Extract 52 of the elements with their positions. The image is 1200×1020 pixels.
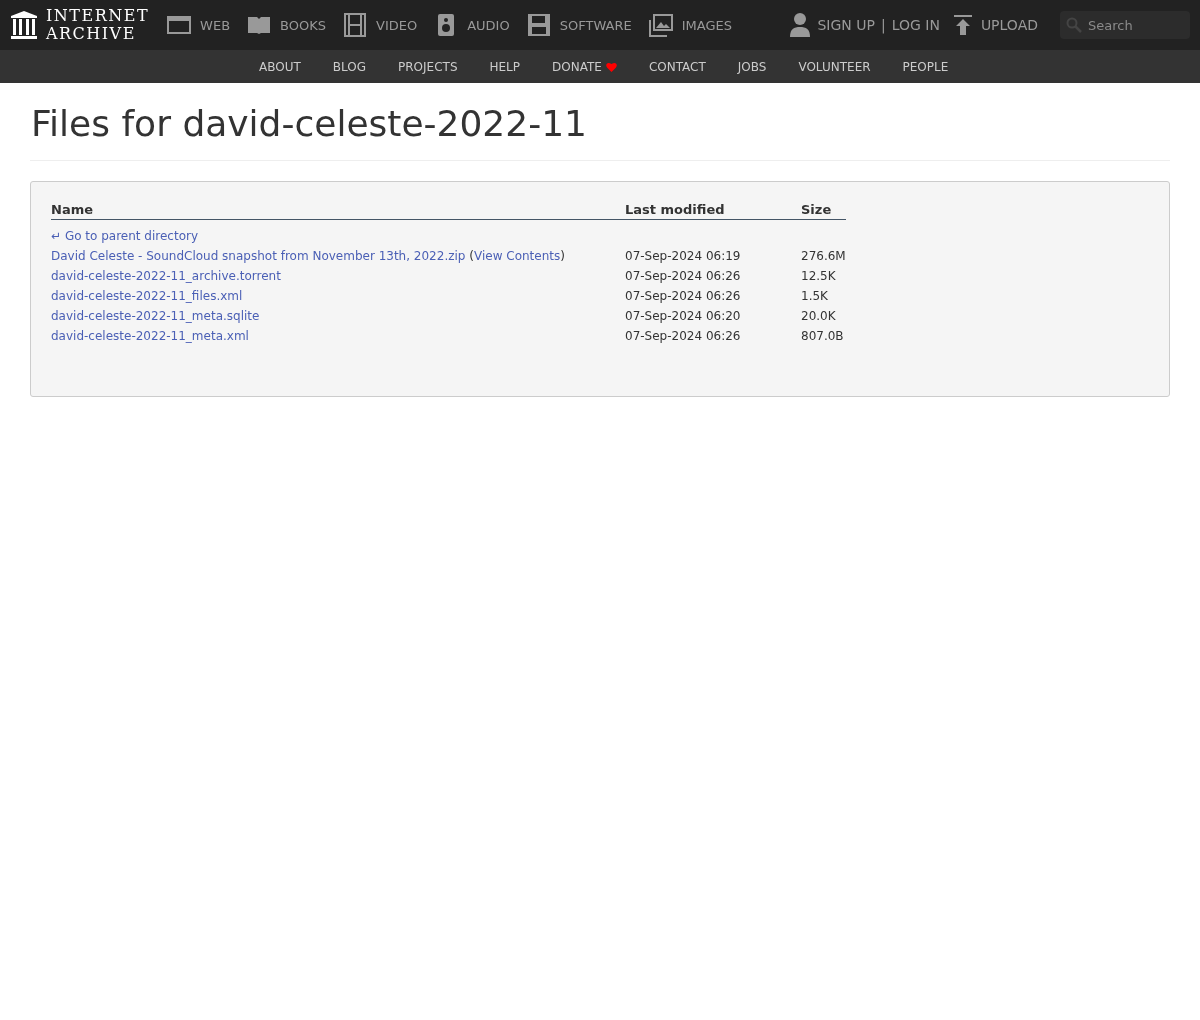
size-cell-text: 1.5K bbox=[801, 288, 829, 305]
upload-link[interactable]: UPLOAD bbox=[953, 15, 1038, 35]
sub-nav-link[interactable]: DONATE bbox=[536, 59, 633, 74]
sign-up-link[interactable]: SIGN UP bbox=[817, 17, 875, 33]
file-link[interactable]: david-celeste-2022-11_meta.xml bbox=[51, 329, 249, 343]
separator-text: | bbox=[880, 17, 886, 33]
search-icon bbox=[1066, 17, 1082, 33]
sub-nav-link[interactable]: JOBS bbox=[721, 59, 783, 74]
sub-nav-link[interactable]: VOLUNTEER bbox=[782, 59, 887, 74]
media-nav-link[interactable]: SOFTWARE bbox=[526, 13, 632, 37]
modified-cell: 07-Sep-2024 06:26 bbox=[625, 326, 801, 346]
column-header: Name bbox=[51, 200, 625, 220]
sub-nav-link[interactable]: PROJECTS bbox=[382, 59, 474, 74]
media-nav-link[interactable]: WEB bbox=[167, 13, 231, 37]
logo-text: INTERNET bbox=[46, 7, 150, 25]
parenthesis-text: ) bbox=[560, 249, 565, 263]
view-contents-link[interactable]: View Contents bbox=[474, 249, 561, 263]
log-in-link[interactable]: LOG IN bbox=[891, 17, 940, 33]
column-header: Size bbox=[801, 200, 846, 220]
person-icon bbox=[789, 13, 812, 37]
modified-cell: 07-Sep-2024 06:20 bbox=[625, 306, 801, 326]
sub-nav-link[interactable]: PEOPLE bbox=[886, 59, 965, 74]
column-header: Last modified bbox=[625, 200, 801, 220]
parent-directory-link[interactable]: ↵ Go to parent directory bbox=[51, 229, 199, 243]
logo-text: ARCHIVE bbox=[46, 25, 137, 43]
browser-window-icon bbox=[167, 13, 192, 37]
modified-cell-text: 07-Sep-2024 06:26 bbox=[625, 288, 742, 305]
modified-cell-text: 07-Sep-2024 06:26 bbox=[625, 268, 742, 285]
media-nav-link[interactable]: IMAGES bbox=[648, 13, 732, 37]
media-nav-link[interactable]: AUDIO bbox=[434, 13, 510, 37]
sub-nav-link[interactable]: BLOG bbox=[316, 59, 383, 74]
modified-cell: 07-Sep-2024 06:19 bbox=[625, 246, 801, 266]
file-link[interactable]: David Celeste - SoundCloud snapshot from November 13th, 2022.zip bbox=[51, 249, 466, 263]
size-cell-text: 276.6M bbox=[801, 248, 846, 265]
upload-arrow-icon bbox=[953, 15, 972, 35]
temple-logo-icon bbox=[10, 10, 38, 40]
size-cell-text: 20.0K bbox=[801, 308, 837, 325]
sub-nav-link[interactable]: CONTACT bbox=[632, 59, 722, 74]
file-link[interactable]: david-celeste-2022-11_archive.torrent bbox=[51, 269, 281, 283]
sub-nav-link[interactable]: HELP bbox=[473, 59, 537, 74]
size-cell-text: 12.5K bbox=[801, 268, 837, 285]
pictures-icon bbox=[648, 13, 673, 37]
size-cell-text: 807.0B bbox=[801, 328, 845, 345]
parenthesis-text: ( bbox=[469, 249, 474, 263]
file-link[interactable]: david-celeste-2022-11_meta.sqlite bbox=[51, 309, 260, 323]
file-link[interactable]: david-celeste-2022-11_files.xml bbox=[51, 289, 243, 303]
search-field[interactable]: Search bbox=[1060, 11, 1190, 39]
sub-nav-link[interactable]: ABOUT bbox=[243, 59, 317, 74]
film-strip-icon bbox=[343, 13, 367, 37]
media-nav-link[interactable]: BOOKS bbox=[247, 13, 326, 37]
media-nav-link[interactable]: VIDEO bbox=[343, 13, 418, 37]
page-title: Files for david-celeste-2022-11 bbox=[30, 83, 1170, 161]
